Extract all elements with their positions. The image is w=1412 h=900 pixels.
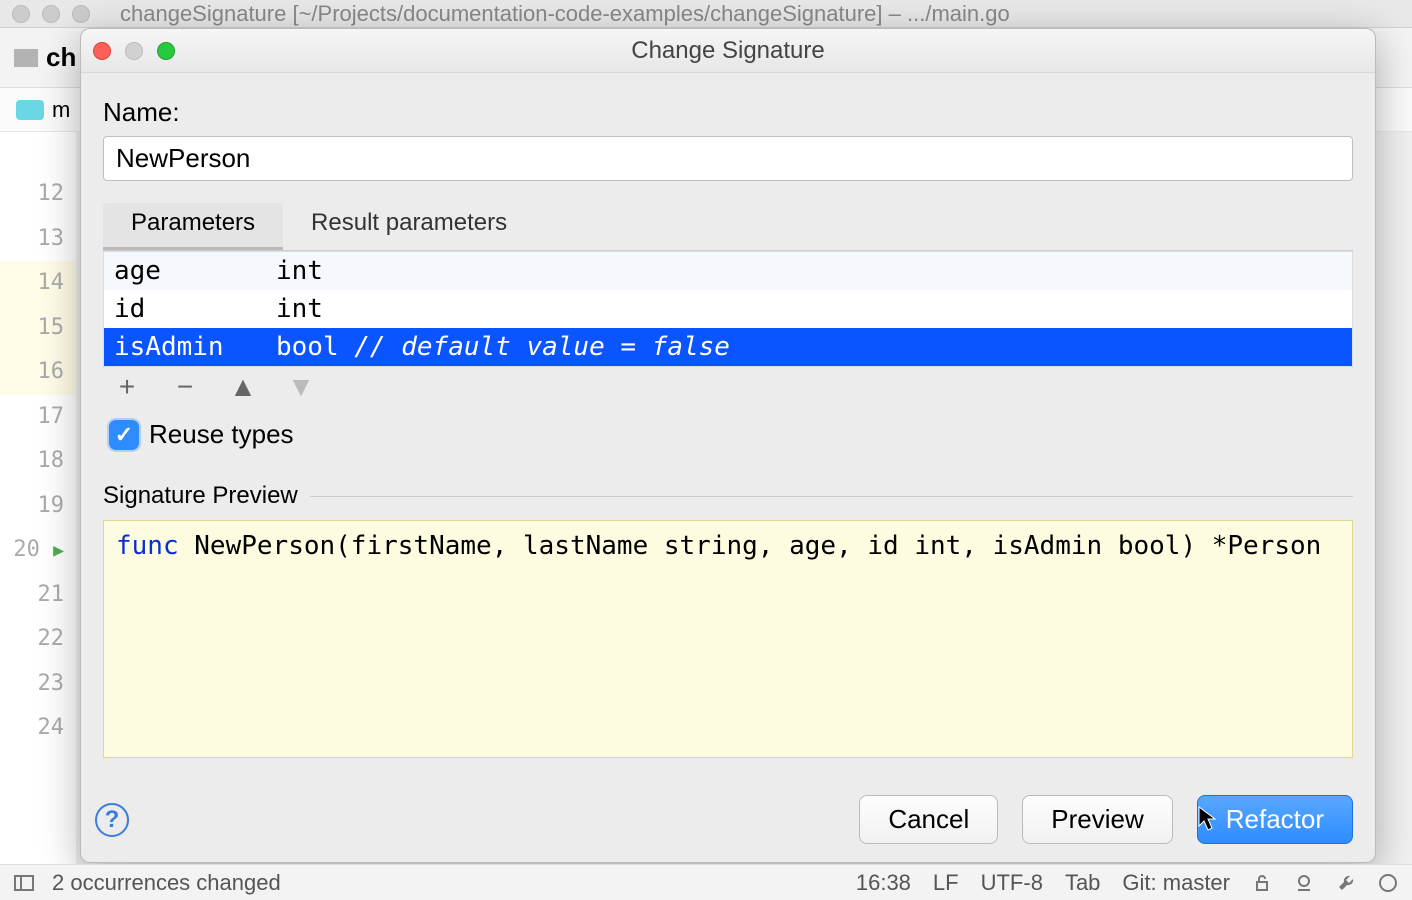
refactor-button[interactable]: Refactor <box>1197 795 1353 844</box>
run-marker-icon[interactable]: ▶ <box>53 536 64 566</box>
line-number: 19 <box>0 484 76 529</box>
line-number: 12 <box>0 172 76 217</box>
remove-parameter-button[interactable]: − <box>171 371 199 403</box>
param-type: int <box>276 294 1342 324</box>
param-type: bool // default value = false <box>276 332 1342 362</box>
help-button[interactable]: ? <box>95 803 129 837</box>
keyword-func: func <box>116 531 179 561</box>
status-message: 2 occurrences changed <box>52 870 281 896</box>
inspector-icon[interactable] <box>1294 873 1314 893</box>
signature-preview-label: Signature Preview <box>103 482 298 510</box>
parameter-row[interactable]: idint <box>104 290 1352 328</box>
go-file-icon <box>16 100 44 120</box>
signature-preview-header: Signature Preview <box>103 482 1353 510</box>
name-label: Name: <box>103 97 1353 128</box>
main-min-dot[interactable] <box>42 5 60 23</box>
tab-parameters[interactable]: Parameters <box>103 203 283 250</box>
param-name: id <box>114 294 276 324</box>
tab-result-parameters[interactable]: Result parameters <box>283 203 535 250</box>
main-close-dot[interactable] <box>12 5 30 23</box>
parameters-toolbar: + − ▲ ▼ <box>103 367 1353 407</box>
parameter-row[interactable]: isAdminbool // default value = false <box>104 328 1352 366</box>
reuse-types-checkbox[interactable]: ✓ <box>109 420 139 450</box>
main-max-dot[interactable] <box>72 5 90 23</box>
lock-icon[interactable] <box>1252 873 1272 893</box>
line-separator[interactable]: LF <box>933 870 959 896</box>
param-comment: // default value = false <box>354 332 730 362</box>
vcs-branch[interactable]: Git: master <box>1122 870 1230 896</box>
main-window-titlebar: changeSignature [~/Projects/documentatio… <box>0 0 1412 28</box>
add-parameter-button[interactable]: + <box>113 371 141 403</box>
change-signature-dialog: Change Signature Name: Parameters Result… <box>80 28 1376 863</box>
signature-text: NewPerson(firstName, lastName string, ag… <box>179 531 1322 561</box>
cancel-button[interactable]: Cancel <box>859 795 998 844</box>
indent-mode[interactable]: Tab <box>1065 870 1100 896</box>
editor-gutter: 121314151617181920 ▶21222324 <box>0 132 76 864</box>
line-number: 15 <box>0 306 76 351</box>
line-number: 16 <box>0 350 76 395</box>
param-name: isAdmin <box>114 332 276 362</box>
file-name-fragment: m <box>52 97 70 123</box>
line-number: 24 <box>0 706 76 751</box>
tabs: Parameters Result parameters <box>103 203 1353 251</box>
dialog-title: Change Signature <box>81 37 1375 65</box>
line-number: 21 <box>0 573 76 618</box>
move-up-button[interactable]: ▲ <box>229 371 257 403</box>
param-type: int <box>276 256 1342 286</box>
line-number: 20 ▶ <box>0 528 76 573</box>
param-name: age <box>114 256 276 286</box>
line-number: 23 <box>0 662 76 707</box>
main-window-title: changeSignature [~/Projects/documentatio… <box>120 1 1010 27</box>
preview-button[interactable]: Preview <box>1022 795 1172 844</box>
divider <box>310 496 1353 497</box>
file-encoding[interactable]: UTF-8 <box>981 870 1043 896</box>
dialog-footer: ? Cancel Preview Refactor <box>81 777 1375 862</box>
status-right: 16:38 LF UTF-8 Tab Git: master <box>856 870 1398 896</box>
wrench-icon[interactable] <box>1336 873 1356 893</box>
move-down-button[interactable]: ▼ <box>287 371 315 403</box>
line-number: 14 <box>0 261 76 306</box>
project-name-fragment: ch <box>46 42 76 73</box>
line-number: 22 <box>0 617 76 662</box>
signature-preview-box: func NewPerson(firstName, lastName strin… <box>103 520 1353 758</box>
parameters-table[interactable]: ageintidintisAdminbool // default value … <box>103 251 1353 367</box>
parameter-row[interactable]: ageint <box>104 252 1352 290</box>
name-input[interactable] <box>103 136 1353 181</box>
caret-position[interactable]: 16:38 <box>856 870 911 896</box>
reuse-types-row: ✓ Reuse types <box>109 419 1353 450</box>
main-traffic-lights <box>12 5 90 23</box>
line-number: 13 <box>0 217 76 262</box>
notification-icon[interactable] <box>1378 873 1398 893</box>
panel-icon[interactable] <box>14 873 34 893</box>
line-number: 18 <box>0 439 76 484</box>
status-bar: 2 occurrences changed 16:38 LF UTF-8 Tab… <box>0 864 1412 900</box>
dialog-titlebar: Change Signature <box>81 29 1375 73</box>
folder-icon <box>14 49 38 67</box>
line-number: 17 <box>0 395 76 440</box>
reuse-types-label: Reuse types <box>149 419 294 450</box>
dialog-body: Name: Parameters Result parameters agein… <box>81 73 1375 777</box>
